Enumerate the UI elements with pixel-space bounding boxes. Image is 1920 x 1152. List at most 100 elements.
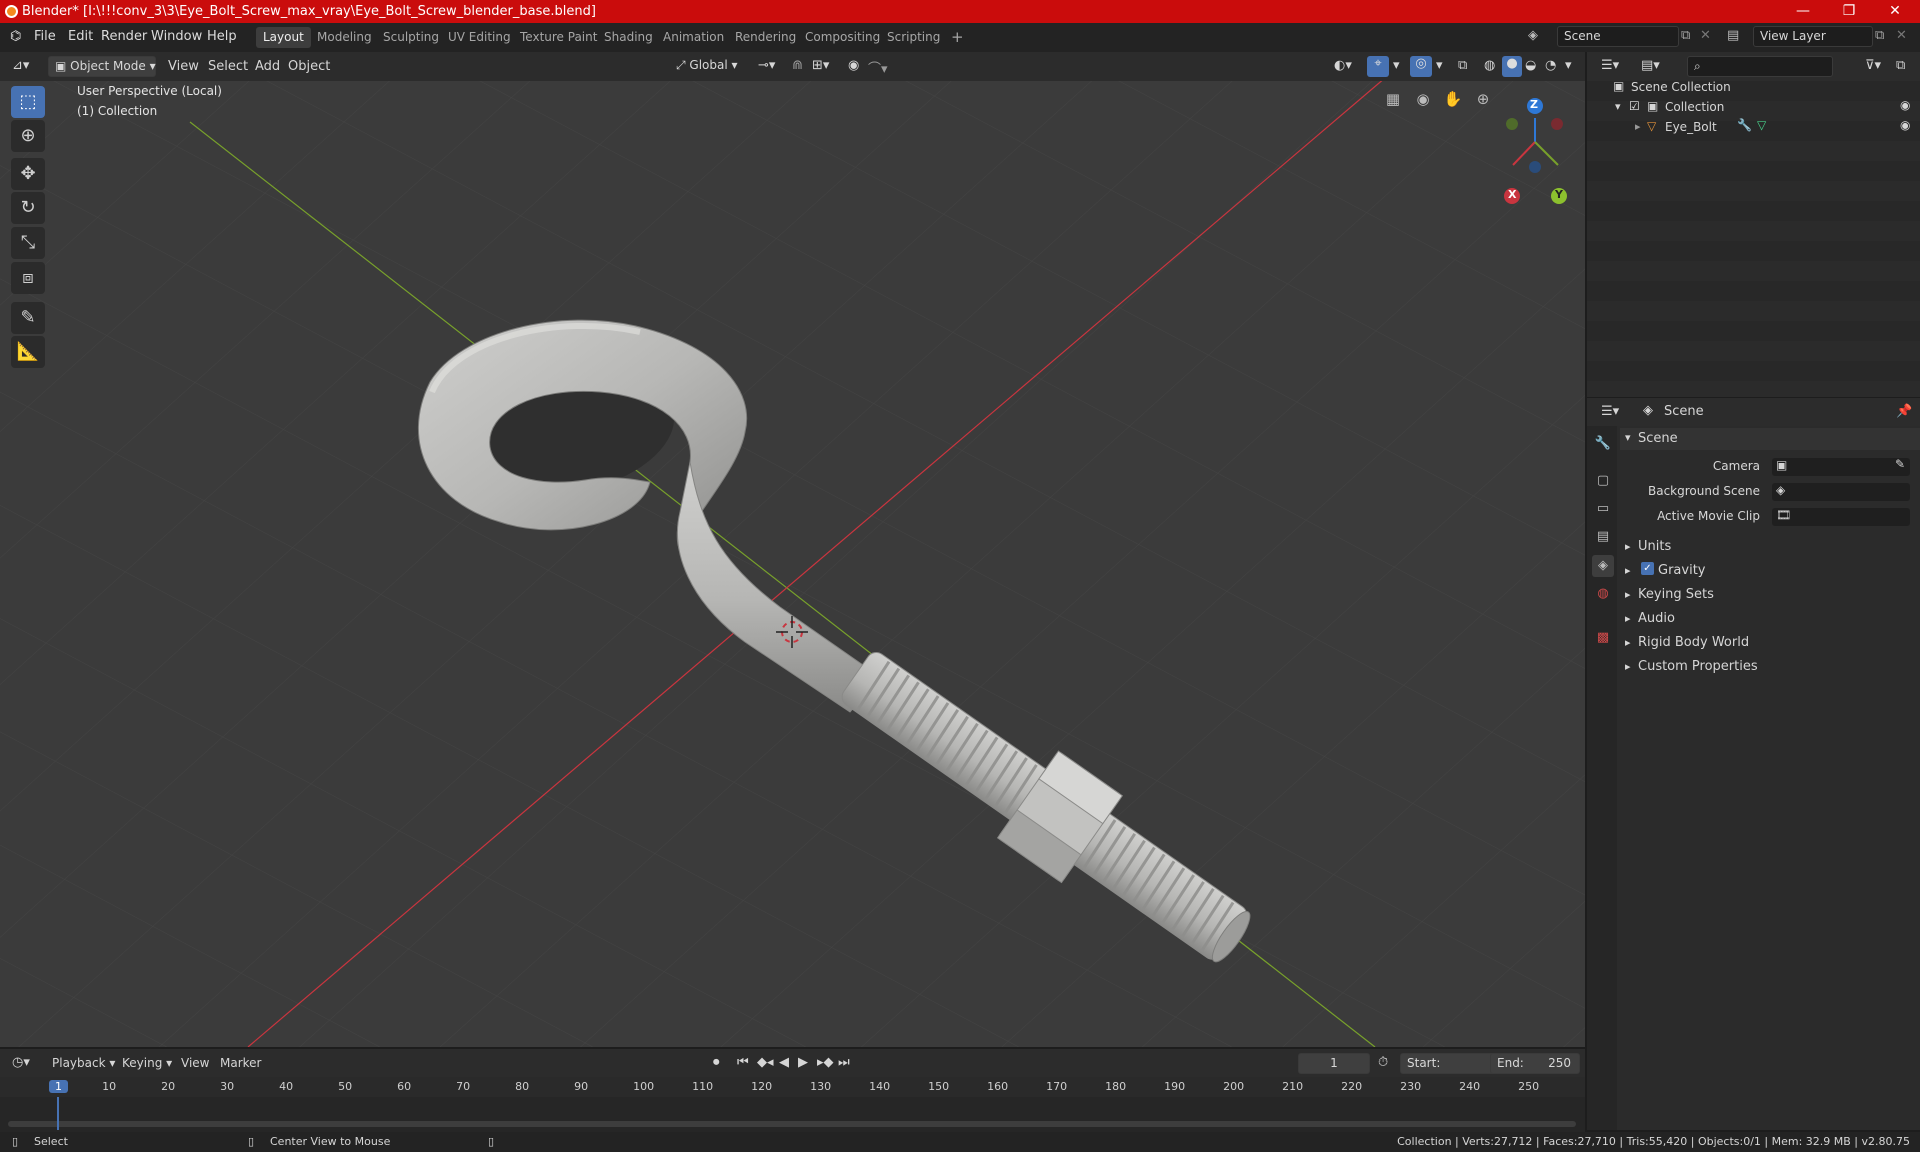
new-view-layer-icon[interactable]: ⧉ — [1875, 28, 1884, 43]
scene-name-field[interactable]: Scene — [1557, 26, 1679, 47]
custom-props-expand-icon[interactable]: ▸ — [1625, 660, 1631, 673]
3d-viewport[interactable]: Z X Y User Perspective (Local) (1) Colle… — [0, 52, 1585, 1047]
menu-view[interactable]: View — [168, 59, 199, 74]
object-label[interactable]: Eye_Bolt — [1665, 120, 1717, 134]
texture-tab-icon[interactable]: ▩ — [1592, 627, 1614, 649]
object-eye-icon[interactable]: ◉ — [1900, 118, 1910, 132]
proportional-edit-icon[interactable]: ◉ — [848, 58, 859, 73]
world-tab-icon[interactable]: ◍ — [1592, 583, 1614, 605]
next-keyframe-icon[interactable]: ▸◆ — [817, 1055, 834, 1070]
tab-scripting[interactable]: Scripting — [880, 27, 947, 48]
shading-options-icon[interactable]: ▾ — [1565, 58, 1572, 73]
tab-shading[interactable]: Shading — [597, 27, 660, 48]
menu-select[interactable]: Select — [208, 59, 248, 74]
custom-properties-section[interactable]: Custom Properties — [1638, 659, 1758, 674]
material-shading-icon[interactable]: ◒ — [1525, 58, 1536, 73]
eyedropper-icon[interactable]: ✎ — [1895, 457, 1905, 471]
rendered-shading-icon[interactable]: ◔ — [1545, 58, 1556, 73]
xray-icon[interactable]: ⧉ — [1458, 58, 1467, 73]
measure-tool-icon[interactable]: 📐 — [11, 336, 45, 368]
snap-icon[interactable]: ⋒ — [792, 58, 803, 73]
frame-ruler[interactable]: 1 10 20 30 40 50 60 70 80 90 100 110 120 130 140 150 160… — [0, 1077, 1585, 1097]
filter-icon[interactable]: ⊽▾ — [1865, 58, 1881, 73]
menu-edit[interactable]: Edit — [68, 29, 93, 44]
gizmo-z-label[interactable]: Z — [1530, 98, 1538, 111]
editor-type-icon[interactable]: ⊿▾ — [12, 58, 29, 73]
keying-sets-expand-icon[interactable]: ▸ — [1625, 588, 1631, 601]
units-expand-icon[interactable]: ▸ — [1625, 540, 1631, 553]
scene-panel-collapse-icon[interactable]: ▾ — [1625, 431, 1631, 444]
pivot-icon[interactable]: ⊸▾ — [758, 58, 775, 73]
end-frame-field[interactable]: End: 250 — [1490, 1053, 1580, 1074]
active-movie-clip-field[interactable] — [1772, 508, 1910, 526]
menu-object[interactable]: Object — [288, 59, 330, 74]
playhead-line[interactable] — [57, 1097, 59, 1130]
menu-timeline-view[interactable]: View — [181, 1056, 209, 1070]
keying-sets-section[interactable]: Keying Sets — [1638, 587, 1714, 602]
prev-keyframe-icon[interactable]: ◆◂ — [757, 1055, 774, 1070]
tab-sculpting[interactable]: Sculpting — [376, 27, 446, 48]
scene-selector-icon[interactable]: ◈ — [1528, 28, 1538, 43]
snap-target-icon[interactable]: ⊞▾ — [812, 58, 829, 73]
object-expand-icon[interactable]: ▸ — [1635, 120, 1641, 133]
modifier-icon[interactable]: 🔧 — [1737, 118, 1752, 132]
jump-start-icon[interactable]: ⏮ — [737, 1055, 749, 1070]
overlay-toggle-icon[interactable]: ◎ — [1410, 56, 1432, 77]
new-scene-icon[interactable]: ⧉ — [1681, 28, 1690, 43]
visibility-icon[interactable]: ◐▾ — [1334, 58, 1352, 73]
outliner-search-input[interactable]: ⌕ — [1687, 56, 1833, 77]
menu-marker[interactable]: Marker — [220, 1056, 261, 1070]
tab-uv-editing[interactable]: UV Editing — [441, 27, 518, 48]
tab-compositing[interactable]: Compositing — [798, 27, 887, 48]
add-workspace-button[interactable]: + — [944, 25, 971, 46]
delete-scene-icon[interactable]: ✕ — [1700, 28, 1711, 43]
overlay-options-icon[interactable]: ▾ — [1436, 58, 1443, 73]
grid-toggle-icon[interactable]: ▦ — [1380, 86, 1406, 112]
menu-window[interactable]: Window — [151, 29, 202, 44]
current-frame-marker[interactable]: 1 — [49, 1080, 68, 1093]
gravity-expand-icon[interactable]: ▸ — [1625, 564, 1631, 577]
scene-collection-label[interactable]: Scene Collection — [1631, 80, 1731, 94]
menu-add[interactable]: Add — [255, 59, 280, 74]
new-collection-icon[interactable]: ⧉ — [1896, 58, 1905, 73]
collection-label[interactable]: Collection — [1665, 100, 1724, 114]
view-layer-field[interactable]: View Layer — [1753, 26, 1873, 47]
view-layer-tab-icon[interactable]: ▤ — [1592, 526, 1614, 548]
move-tool-icon[interactable]: ✥ — [11, 158, 45, 190]
camera-view-icon[interactable]: ◉ — [1410, 86, 1436, 112]
play-icon[interactable]: ▶ — [798, 1055, 808, 1070]
mode-dropdown[interactable]: ▣ Object Mode ▾ — [48, 56, 156, 77]
pin-icon[interactable]: 📌 — [1896, 404, 1912, 419]
falloff-icon[interactable]: ⌒▾ — [868, 58, 888, 77]
play-reverse-icon[interactable]: ◀ — [779, 1055, 789, 1070]
tab-rendering[interactable]: Rendering — [728, 27, 803, 48]
menu-help[interactable]: Help — [207, 29, 237, 44]
timeline-scrollbar[interactable] — [8, 1121, 1576, 1127]
preview-range-icon[interactable]: ⏱ — [1378, 1055, 1388, 1070]
view-layer-icon[interactable]: ▤ — [1727, 28, 1739, 43]
transform-tool-icon[interactable]: ⧈ — [11, 262, 45, 294]
gizmo-x-label[interactable]: X — [1508, 188, 1516, 201]
display-mode-icon[interactable]: ▤▾ — [1641, 58, 1660, 73]
tool-settings-tab-icon[interactable]: 🔧 — [1592, 433, 1614, 455]
audio-expand-icon[interactable]: ▸ — [1625, 612, 1631, 625]
gizmo-y-label[interactable]: Y — [1555, 188, 1563, 201]
properties-editor-icon[interactable]: ☰▾ — [1601, 404, 1619, 419]
pan-hand-icon[interactable]: ✋ — [1440, 86, 1466, 112]
tab-animation[interactable]: Animation — [656, 27, 731, 48]
menu-render[interactable]: Render — [101, 29, 147, 44]
current-frame-field[interactable]: 1 — [1298, 1053, 1370, 1074]
gizmo-toggle-icon[interactable]: ⌖ — [1367, 56, 1389, 77]
scale-tool-icon[interactable]: ⤡ — [11, 227, 45, 259]
minimize-button[interactable]: — — [1780, 0, 1826, 23]
tab-texture-paint[interactable]: Texture Paint — [513, 27, 604, 48]
close-button[interactable]: ✕ — [1872, 0, 1918, 23]
menu-keying[interactable]: Keying ▾ — [122, 1056, 172, 1070]
collection-expand-icon[interactable]: ▾ — [1615, 100, 1621, 113]
units-section[interactable]: Units — [1638, 539, 1671, 554]
menu-file[interactable]: File — [34, 29, 56, 44]
gizmo-options-icon[interactable]: ▾ — [1393, 58, 1400, 73]
maximize-button[interactable]: ❐ — [1826, 0, 1872, 23]
collection-eye-icon[interactable]: ◉ — [1900, 98, 1910, 112]
timeline-editor-icon[interactable]: ◷▾ — [12, 1055, 30, 1070]
